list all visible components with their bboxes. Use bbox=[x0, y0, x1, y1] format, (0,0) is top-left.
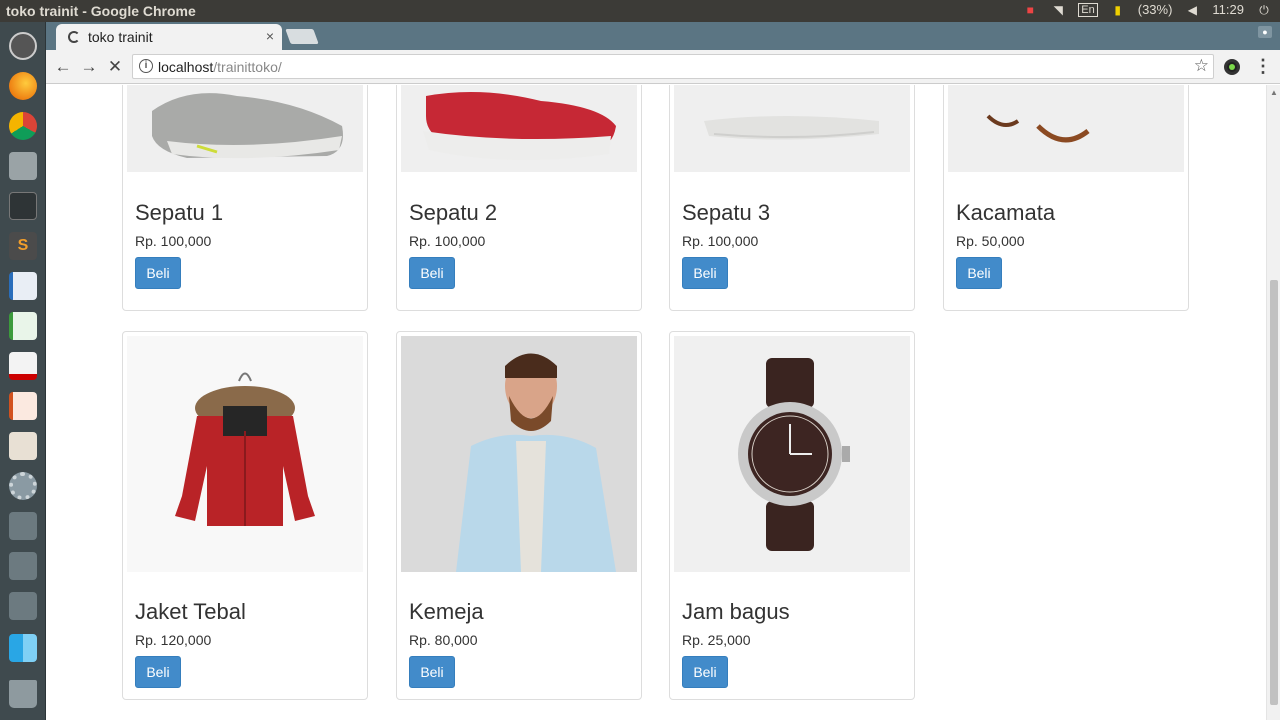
app-launcher: S bbox=[0, 22, 46, 720]
product-price: Rp. 25,000 bbox=[682, 632, 751, 648]
scroll-up-arrow-icon[interactable]: ▲ bbox=[1270, 88, 1278, 97]
beli-button[interactable]: Beli bbox=[409, 656, 455, 688]
product-name: Sepatu 3 bbox=[682, 200, 771, 225]
product-name: Sepatu 2 bbox=[409, 200, 498, 225]
stop-loading-icon[interactable]: ✕ bbox=[104, 56, 126, 78]
drive-icon-3[interactable] bbox=[9, 592, 37, 620]
product-price: Rp. 80,000 bbox=[409, 632, 478, 648]
product-name: Jam bagus bbox=[682, 599, 790, 624]
volume-icon[interactable]: ◀ bbox=[1184, 3, 1200, 17]
software-center-icon[interactable] bbox=[9, 432, 37, 460]
product-image bbox=[401, 336, 637, 572]
beli-button[interactable]: Beli bbox=[409, 257, 455, 289]
site-info-icon[interactable]: i bbox=[139, 59, 153, 73]
product-image bbox=[127, 85, 363, 172]
chrome-menu-icon[interactable]: ⋮ bbox=[1254, 56, 1272, 77]
product-price: Rp. 100,000 bbox=[135, 233, 212, 249]
product-name: Jaket Tebal bbox=[135, 599, 246, 624]
clock[interactable]: 11:29 bbox=[1212, 2, 1244, 17]
power-icon[interactable]: ⏻ bbox=[1256, 3, 1272, 17]
wifi-icon[interactable]: ◥ bbox=[1050, 3, 1066, 17]
product-image bbox=[948, 85, 1184, 172]
battery-percent: (33%) bbox=[1137, 2, 1173, 17]
close-tab-icon[interactable]: × bbox=[266, 28, 274, 44]
dash-home-icon[interactable] bbox=[9, 32, 37, 60]
battery-icon[interactable]: ▮ bbox=[1110, 3, 1126, 17]
sublime-text-icon[interactable]: S bbox=[9, 232, 37, 260]
tab-strip: toko trainit × ● bbox=[46, 22, 1280, 50]
trash-icon[interactable] bbox=[9, 680, 37, 708]
address-bar[interactable]: i localhost/trainittoko/ ☆ bbox=[132, 54, 1214, 79]
product-card-sepatu-1: Sepatu 1 Rp. 100,000 Beli bbox=[122, 85, 368, 311]
tab-active[interactable]: toko trainit × bbox=[56, 24, 282, 50]
beli-button[interactable]: Beli bbox=[135, 257, 181, 289]
product-price: Rp. 100,000 bbox=[409, 233, 486, 249]
product-name: Kacamata bbox=[956, 200, 1056, 225]
bookmark-star-icon[interactable]: ☆ bbox=[1194, 56, 1209, 76]
firefox-icon[interactable] bbox=[9, 72, 37, 100]
page-scrollbar[interactable]: ▲ bbox=[1266, 85, 1280, 720]
document-viewer-icon[interactable] bbox=[9, 352, 37, 380]
product-price: Rp. 120,000 bbox=[135, 632, 212, 648]
scrollbar-thumb[interactable] bbox=[1270, 280, 1278, 705]
product-image bbox=[674, 336, 910, 572]
product-name: Kemeja bbox=[409, 599, 484, 624]
keyboard-layout-indicator[interactable]: En bbox=[1078, 2, 1098, 17]
terminal-icon[interactable] bbox=[9, 192, 37, 220]
files-icon[interactable] bbox=[9, 152, 37, 180]
loading-spinner-icon bbox=[68, 31, 80, 43]
camera-icon[interactable]: ■ bbox=[1022, 3, 1038, 17]
system-settings-icon[interactable] bbox=[9, 472, 37, 500]
system-tray: ■ ◥ En ▮ (33%) ◀ 11:29 ⏻ bbox=[1022, 2, 1272, 17]
beli-button[interactable]: Beli bbox=[682, 656, 728, 688]
beli-button[interactable]: Beli bbox=[135, 656, 181, 688]
forward-arrow-icon[interactable]: → bbox=[78, 56, 100, 78]
product-card-jaket-tebal: Jaket Tebal Rp. 120,000 Beli bbox=[122, 331, 368, 700]
system-top-bar: toko trainit - Google Chrome ■ ◥ En ▮ (3… bbox=[0, 0, 1280, 22]
drive-icon-2[interactable] bbox=[9, 552, 37, 580]
url-host: localhost bbox=[158, 59, 214, 75]
back-arrow-icon[interactable]: ← bbox=[52, 56, 74, 78]
impress-icon[interactable] bbox=[9, 392, 37, 420]
beli-button[interactable]: Beli bbox=[956, 257, 1002, 289]
workspace-switcher-icon[interactable] bbox=[9, 634, 37, 662]
product-image bbox=[127, 336, 363, 572]
product-card-sepatu-3: Sepatu 3 Rp. 100,000 Beli bbox=[669, 85, 915, 311]
beli-button[interactable]: Beli bbox=[682, 257, 728, 289]
tab-title: toko trainit bbox=[88, 29, 153, 45]
product-price: Rp. 100,000 bbox=[682, 233, 759, 249]
product-card-kacamata: Kacamata Rp. 50,000 Beli bbox=[943, 85, 1189, 311]
new-tab-button[interactable] bbox=[285, 29, 319, 44]
product-card-jam-bagus: Jam bagus Rp. 25,000 Beli bbox=[669, 331, 915, 700]
extension-icon[interactable] bbox=[1224, 59, 1240, 75]
drive-icon-1[interactable] bbox=[9, 512, 37, 540]
product-image bbox=[674, 85, 910, 172]
product-card-kemeja: Kemeja Rp. 80,000 Beli bbox=[396, 331, 642, 700]
window-title: toko trainit - Google Chrome bbox=[6, 3, 196, 19]
product-name: Sepatu 1 bbox=[135, 200, 224, 225]
url-path: /trainittoko/ bbox=[213, 59, 282, 75]
calc-icon[interactable] bbox=[9, 312, 37, 340]
writer-icon[interactable] bbox=[9, 272, 37, 300]
chrome-icon[interactable] bbox=[9, 112, 37, 140]
product-image bbox=[401, 85, 637, 172]
page-viewport: Sepatu 1 Rp. 100,000 Beli Sepatu 2 Rp. 1… bbox=[46, 85, 1280, 720]
profile-icon[interactable]: ● bbox=[1258, 26, 1272, 38]
url-text[interactable]: localhost/trainittoko/ bbox=[158, 59, 282, 75]
product-card-sepatu-2: Sepatu 2 Rp. 100,000 Beli bbox=[396, 85, 642, 311]
product-price: Rp. 50,000 bbox=[956, 233, 1025, 249]
browser-toolbar: ← → ✕ i localhost/trainittoko/ ☆ ⋮ bbox=[46, 50, 1280, 84]
